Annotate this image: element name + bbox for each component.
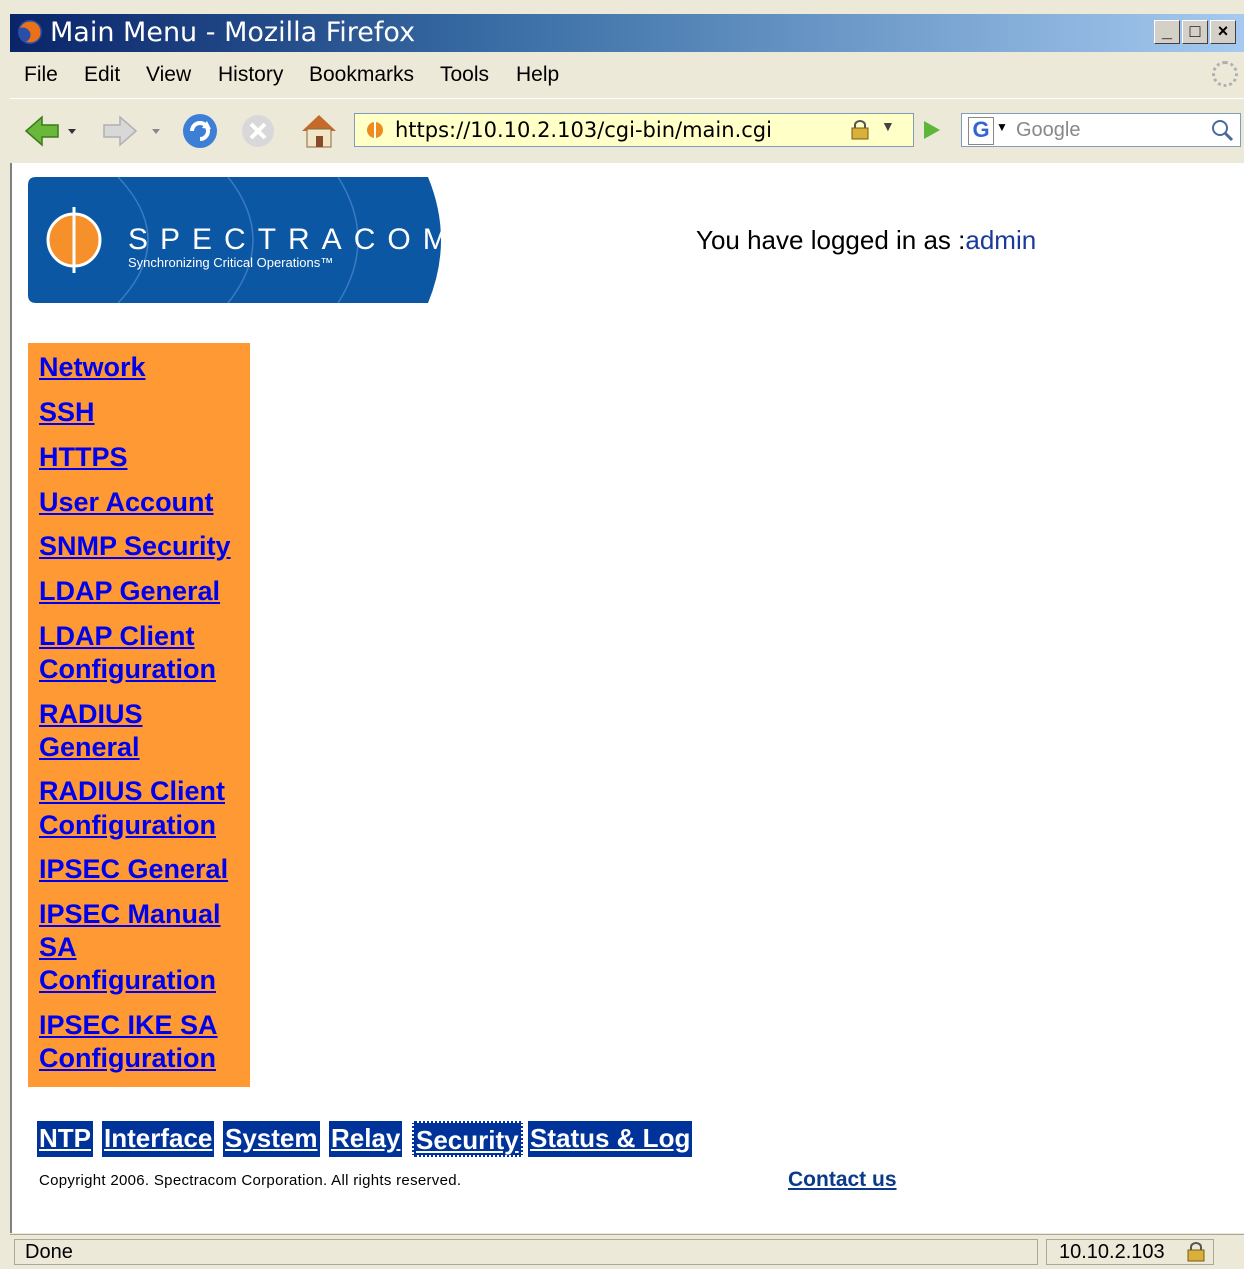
- logo-tagline: Synchronizing Critical Operations™: [128, 255, 333, 270]
- copyright-text: Copyright 2006. Spectracom Corporation. …: [39, 1172, 462, 1189]
- security-sidebar: Network SSH HTTPS User Account SNMP Secu…: [28, 343, 250, 1087]
- nav-radius-general[interactable]: General: [39, 731, 140, 764]
- search-input[interactable]: Google: [1016, 119, 1081, 142]
- window-title: Main Menu - Mozilla Firefox: [50, 17, 416, 48]
- nav-ssh[interactable]: SSH: [39, 396, 95, 429]
- navigation-toolbar: https://10.10.2.103/cgi-bin/main.cgi ▼ G…: [10, 98, 1244, 164]
- login-user: admin: [965, 225, 1037, 255]
- menu-file[interactable]: File: [24, 63, 58, 87]
- menu-history[interactable]: History: [218, 63, 283, 87]
- menu-tools[interactable]: Tools: [440, 63, 489, 87]
- menu-edit[interactable]: Edit: [84, 63, 120, 87]
- forward-icon[interactable]: [100, 111, 162, 151]
- nav-snmp-security[interactable]: SNMP Security: [39, 530, 231, 563]
- tab-relay[interactable]: Relay: [329, 1121, 403, 1157]
- nav-ipsec-manual-sa-configuration[interactable]: Configuration: [39, 964, 216, 997]
- logo-text: SPECTRACOM: [128, 223, 450, 256]
- maximize-button[interactable]: □: [1182, 20, 1208, 44]
- close-button[interactable]: ×: [1210, 20, 1236, 44]
- status-bar: Done 10.10.2.103: [10, 1234, 1244, 1269]
- tab-status-log[interactable]: Status & Log: [528, 1121, 693, 1157]
- nav-https[interactable]: HTTPS: [39, 441, 128, 474]
- tab-ntp[interactable]: NTP: [37, 1121, 93, 1157]
- search-bar[interactable]: G ▼ Google: [961, 113, 1241, 147]
- login-status: You have logged in as :admin: [696, 225, 1036, 256]
- google-icon[interactable]: G: [968, 117, 994, 145]
- nav-ipsec-general[interactable]: IPSEC General: [39, 853, 228, 886]
- nav-ldap-general[interactable]: LDAP General: [39, 575, 220, 608]
- site-icon: [367, 122, 383, 138]
- page-content: SPECTRACOM Synchronizing Critical Operat…: [10, 163, 1244, 1233]
- status-text: Done: [14, 1239, 1038, 1265]
- menu-bookmarks[interactable]: Bookmarks: [309, 63, 414, 87]
- nav-user-account[interactable]: User Account: [39, 486, 214, 519]
- window-titlebar: Main Menu - Mozilla Firefox _ □ ×: [10, 14, 1244, 52]
- throbber-icon: [1212, 61, 1238, 87]
- spectracom-logo: SPECTRACOM Synchronizing Critical Operat…: [28, 177, 450, 303]
- url-bar[interactable]: https://10.10.2.103/cgi-bin/main.cgi ▼: [354, 113, 914, 147]
- nav-radius-general[interactable]: RADIUS: [39, 698, 143, 731]
- nav-network[interactable]: Network: [39, 351, 146, 384]
- tab-system[interactable]: System: [223, 1121, 320, 1157]
- menu-help[interactable]: Help: [516, 63, 559, 87]
- nav-ipsec-ike-sa-configuration[interactable]: IPSEC IKE SA: [39, 1009, 218, 1042]
- status-host: 10.10.2.103: [1046, 1239, 1214, 1265]
- nav-ipsec-manual-sa-configuration[interactable]: SA: [39, 931, 77, 964]
- nav-ldap-client-configuration[interactable]: LDAP Client: [39, 620, 195, 653]
- tab-interface[interactable]: Interface: [102, 1121, 215, 1157]
- menubar: File Edit View History Bookmarks Tools H…: [10, 55, 1244, 95]
- reload-icon[interactable]: [180, 111, 220, 151]
- firefox-icon: [18, 20, 42, 44]
- stop-icon[interactable]: [238, 111, 278, 151]
- contact-us-link[interactable]: Contact us: [788, 1168, 897, 1192]
- tab-security[interactable]: Security: [412, 1121, 523, 1157]
- login-prefix: You have logged in as :: [696, 225, 966, 255]
- menu-view[interactable]: View: [146, 63, 191, 87]
- lock-icon[interactable]: [849, 120, 871, 140]
- nav-radius-client-configuration[interactable]: RADIUS Client: [39, 775, 225, 808]
- magnifier-icon[interactable]: [1208, 117, 1236, 143]
- back-icon[interactable]: [22, 111, 78, 151]
- minimize-button[interactable]: _: [1154, 20, 1180, 44]
- lock-icon[interactable]: [1185, 1242, 1207, 1262]
- url-dropdown-icon[interactable]: ▼: [881, 118, 895, 134]
- status-host-text: 10.10.2.103: [1059, 1241, 1165, 1263]
- search-engine-dropdown-icon[interactable]: ▼: [996, 120, 1008, 134]
- go-icon[interactable]: [916, 115, 946, 145]
- url-text[interactable]: https://10.10.2.103/cgi-bin/main.cgi: [395, 118, 772, 142]
- nav-ipsec-ike-sa-configuration[interactable]: Configuration: [39, 1042, 216, 1075]
- home-icon[interactable]: [298, 109, 340, 151]
- nav-ipsec-manual-sa-configuration[interactable]: IPSEC Manual: [39, 898, 221, 931]
- nav-radius-client-configuration[interactable]: Configuration: [39, 809, 216, 842]
- nav-ldap-client-configuration[interactable]: Configuration: [39, 653, 216, 686]
